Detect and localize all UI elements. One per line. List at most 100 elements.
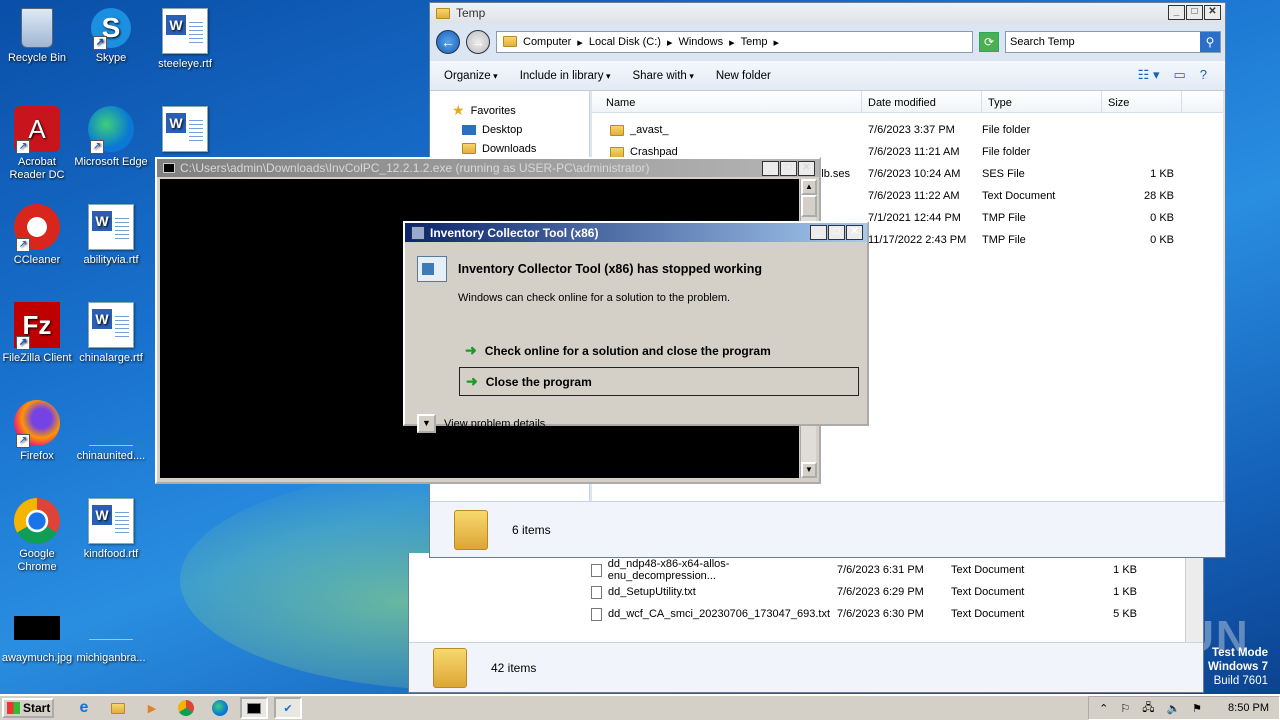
desktop-icon-abilityvia[interactable]: abilityvia.rtf bbox=[74, 204, 148, 267]
desktop-icon-steeleye[interactable]: steeleye.rtf bbox=[148, 8, 222, 71]
desktop-icon-recycle-bin[interactable]: Recycle Bin bbox=[0, 8, 74, 65]
minimize-button[interactable]: _ bbox=[1168, 5, 1185, 20]
folder-icon bbox=[610, 146, 624, 158]
desktop-icon-firefox[interactable]: ↗ Firefox bbox=[0, 400, 74, 463]
shortcut-arrow-icon: ↗ bbox=[16, 434, 30, 448]
scroll-down-button[interactable]: ▼ bbox=[801, 462, 817, 478]
nav-item-downloads[interactable]: Downloads bbox=[452, 139, 589, 158]
column-header-name[interactable]: Name bbox=[592, 91, 862, 112]
explorer-window-back[interactable]: dd_ndp48-x86-x64-allos-enu_decompression… bbox=[408, 553, 1204, 693]
column-header-date[interactable]: Date modified bbox=[862, 91, 982, 112]
organize-button[interactable]: Organize bbox=[444, 70, 498, 82]
taskbar-chrome-icon[interactable] bbox=[172, 697, 200, 719]
file-type: Text Document bbox=[982, 190, 1056, 202]
taskbar-error-dialog-icon[interactable]: ✔ bbox=[274, 697, 302, 719]
check-online-button[interactable]: ➜ Check online for a solution and close … bbox=[459, 336, 859, 365]
tray-flag-icon[interactable]: ⚐ bbox=[1120, 702, 1130, 715]
nav-item-desktop[interactable]: Desktop bbox=[452, 120, 589, 139]
taskbar-media-player-icon[interactable]: ▶ bbox=[138, 697, 166, 719]
desktop-icon-skype[interactable]: S ↗ Skype bbox=[74, 8, 148, 65]
column-header-size[interactable]: Size bbox=[1102, 91, 1182, 112]
breadcrumb-item[interactable]: Temp bbox=[741, 36, 768, 48]
vertical-scrollbar[interactable] bbox=[1185, 553, 1203, 642]
tray-expand-icon[interactable]: ⌃ bbox=[1099, 702, 1108, 715]
close-button[interactable]: ✕ bbox=[846, 225, 863, 240]
table-row[interactable]: dd_SetupUtility.txt 7/6/2023 6:29 PM Tex… bbox=[591, 581, 1201, 603]
back-button[interactable]: ← bbox=[436, 30, 460, 54]
file-type: File folder bbox=[982, 146, 1031, 158]
file-size: 0 KB bbox=[1150, 212, 1174, 224]
maximize-button[interactable]: □ bbox=[780, 161, 797, 176]
breadcrumb-item[interactable]: Windows bbox=[678, 36, 723, 48]
error-dialog[interactable]: Inventory Collector Tool (x86) _ □ ✕ Inv… bbox=[403, 221, 869, 433]
nav-label: Downloads bbox=[482, 142, 537, 155]
search-input[interactable]: Search Temp ⚲ bbox=[1005, 31, 1221, 53]
dialog-subtext: Windows can check online for a solution … bbox=[458, 292, 731, 304]
shortcut-arrow-icon: ↗ bbox=[16, 336, 30, 350]
taskbar-explorer-icon[interactable] bbox=[104, 697, 132, 719]
minimize-button[interactable]: _ bbox=[810, 225, 827, 240]
desktop-icon-chinalarge[interactable]: chinalarge.rtf bbox=[74, 302, 148, 365]
desktop-icon-chinaunited[interactable]: chinaunited.... bbox=[74, 400, 148, 463]
network-icon[interactable]: 🖧 bbox=[1142, 699, 1154, 718]
minimize-button[interactable]: _ bbox=[762, 161, 779, 176]
close-button[interactable]: ✕ bbox=[798, 161, 815, 176]
window-title: Temp bbox=[456, 6, 486, 20]
taskbar-ie-icon[interactable]: e bbox=[70, 697, 98, 719]
title-bar[interactable]: Temp _ □ ✕ bbox=[430, 3, 1225, 23]
nav-label: Desktop bbox=[482, 123, 523, 136]
desktop-icon-rtf-partial[interactable] bbox=[148, 106, 222, 156]
maximize-button[interactable]: □ bbox=[1186, 5, 1203, 20]
green-arrow-icon: ➜ bbox=[466, 373, 478, 389]
scroll-up-button[interactable]: ▲ bbox=[801, 179, 817, 195]
chevron-down-icon[interactable]: ▼ bbox=[417, 414, 436, 433]
preview-pane-icon[interactable]: ▭ bbox=[1173, 67, 1185, 83]
scroll-thumb[interactable] bbox=[801, 195, 817, 217]
chevron-right-icon: ▸ bbox=[577, 36, 583, 49]
share-with-button[interactable]: Share with bbox=[632, 70, 693, 82]
image-file-icon bbox=[14, 616, 60, 640]
start-button[interactable]: Start bbox=[2, 698, 54, 718]
volume-icon[interactable]: 🔈 bbox=[1166, 702, 1180, 715]
new-folder-button[interactable]: New folder bbox=[716, 70, 771, 82]
breadcrumb[interactable]: Computer ▸ Local Disk (C:) ▸ Windows ▸ Temp… bbox=[496, 31, 973, 53]
desktop-icon-acrobat[interactable]: A ↗ Acrobat Reader DC bbox=[0, 106, 74, 182]
desktop-icon-filezilla[interactable]: Fz ↗ FileZilla Client bbox=[0, 302, 74, 365]
desktop-icon-label: steeleye.rtf bbox=[158, 58, 212, 70]
desktop-icon-ccleaner[interactable]: ↗ CCleaner bbox=[0, 204, 74, 267]
maximize-button[interactable]: □ bbox=[828, 225, 845, 240]
refresh-button[interactable]: ⟳ bbox=[979, 32, 999, 52]
edge-icon: ↗ bbox=[88, 106, 134, 154]
taskbar-console-icon[interactable] bbox=[240, 697, 268, 719]
view-details-toggle[interactable]: ▼ View problem details bbox=[417, 414, 545, 433]
view-options-icon[interactable]: ☷ ▾ bbox=[1138, 67, 1160, 83]
desktop-icon-awaymuch[interactable]: awaymuch.jpg bbox=[0, 612, 74, 665]
title-bar[interactable]: C:\Users\admin\Downloads\InvColPC_12.2.1… bbox=[157, 159, 819, 177]
forward-button[interactable]: → bbox=[466, 30, 490, 54]
desktop-icon-michiganbra[interactable]: michiganbra... bbox=[74, 612, 148, 665]
nav-item-favorites[interactable]: ★ Favorites bbox=[452, 101, 589, 120]
table-row[interactable]: dd_ndp48-x86-x64-allos-enu_decompression… bbox=[591, 558, 1201, 582]
close-button[interactable]: ✕ bbox=[1204, 5, 1221, 20]
column-header-type[interactable]: Type bbox=[982, 91, 1102, 112]
title-bar[interactable]: Inventory Collector Tool (x86) _ □ ✕ bbox=[405, 223, 867, 242]
breadcrumb-item[interactable]: Local Disk (C:) bbox=[589, 36, 661, 48]
desktop-icon-label: michiganbra... bbox=[76, 652, 146, 664]
breadcrumb-item[interactable]: Computer bbox=[523, 36, 571, 48]
close-program-button[interactable]: ➜ Close the program bbox=[459, 367, 859, 396]
option-label: Check online for a solution and close th… bbox=[484, 343, 771, 358]
include-in-library-button[interactable]: Include in library bbox=[520, 70, 611, 82]
file-size: 0 KB bbox=[1150, 234, 1174, 246]
taskbar-edge-icon[interactable] bbox=[206, 697, 234, 719]
folder-icon bbox=[503, 36, 517, 47]
table-row[interactable]: dd_wcf_CA_smci_20230706_173047_693.txt 7… bbox=[591, 603, 1201, 625]
desktop-icon-chrome[interactable]: Google Chrome bbox=[0, 498, 74, 574]
search-icon[interactable]: ⚲ bbox=[1200, 32, 1220, 52]
clock[interactable]: 8:50 PM bbox=[1228, 702, 1269, 714]
desktop-icon-kindfood[interactable]: kindfood.rtf bbox=[74, 498, 148, 561]
help-icon[interactable]: ? bbox=[1200, 67, 1207, 83]
desktop-icon-edge[interactable]: ↗ Microsoft Edge bbox=[74, 106, 148, 169]
taskbar: Start e ▶ ✔ ⌃ ⚐ 🖧 🔈 ⚑ 8:50 PM bbox=[0, 694, 1280, 720]
table-row[interactable]: _avast_ 7/6/2023 3:37 PM File folder bbox=[592, 119, 1223, 141]
action-center-icon[interactable]: ⚑ bbox=[1192, 702, 1202, 715]
